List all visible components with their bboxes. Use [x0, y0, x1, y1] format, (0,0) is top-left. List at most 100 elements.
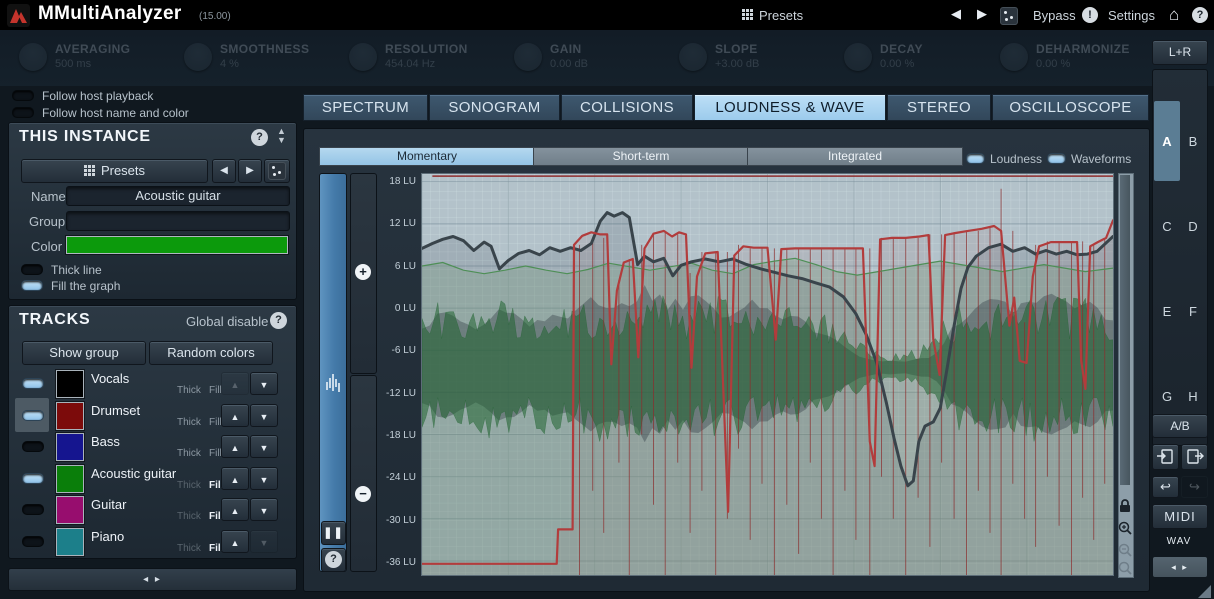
track-thick-toggle[interactable]: Thick	[177, 543, 201, 554]
track-move-up-button[interactable]: ▲	[221, 467, 249, 490]
tab-spectrum[interactable]: SPECTRUM	[303, 94, 428, 121]
zoom-in-icon[interactable]	[1116, 519, 1134, 537]
slot-a[interactable]: A	[1154, 134, 1180, 149]
track-thick-toggle[interactable]: Thick	[177, 511, 201, 522]
presets-button[interactable]: Presets	[742, 8, 803, 23]
tab-sonogram[interactable]: SONOGRAM	[429, 94, 560, 121]
help-icon[interactable]: ?	[1192, 7, 1208, 23]
zoom-track-upper[interactable]: +	[350, 173, 377, 374]
slot-h[interactable]: H	[1180, 389, 1206, 404]
global-disable-label[interactable]: Global disable	[186, 314, 268, 329]
instance-presets-button[interactable]: Presets	[21, 159, 208, 183]
follow-host-name-color-toggle[interactable]: Follow host name and color	[12, 104, 189, 122]
scrollbar-thumb[interactable]	[1120, 175, 1130, 485]
track-enable-toggle[interactable]	[22, 441, 44, 452]
resize-handle[interactable]: ◂ ▸	[1152, 556, 1208, 578]
waveforms-toggle[interactable]: Waveforms	[1047, 150, 1131, 168]
help-icon[interactable]: ?	[251, 129, 268, 146]
channel-mode-button[interactable]: L+R	[1152, 40, 1208, 65]
track-thick-toggle[interactable]: Thick	[177, 385, 201, 396]
track-move-down-button[interactable]: ▼	[250, 404, 278, 427]
window-resize-grip[interactable]	[1198, 585, 1211, 598]
tab-integrated[interactable]: Integrated	[747, 147, 963, 166]
follow-host-playback-toggle[interactable]: Follow host playback	[12, 87, 153, 105]
lock-icon[interactable]	[1116, 497, 1134, 515]
slot-g[interactable]: G	[1154, 389, 1180, 404]
group-field[interactable]	[66, 211, 290, 231]
collapse-icon[interactable]: ▲▼	[277, 127, 286, 145]
bypass-button[interactable]: Bypass	[1033, 8, 1076, 23]
redo-button[interactable]: ↪	[1181, 476, 1208, 498]
name-field[interactable]: Acoustic guitar	[66, 186, 290, 206]
track-enable-toggle[interactable]	[22, 410, 44, 421]
track-move-up-button[interactable]: ▲	[221, 435, 249, 458]
tab-short-term[interactable]: Short-term	[533, 147, 749, 166]
next-preset-button[interactable]: ▶	[238, 159, 262, 183]
track-move-up-button[interactable]: ▲	[221, 372, 249, 395]
track-thick-toggle[interactable]: Thick	[177, 448, 201, 459]
next-preset-button[interactable]: ▶	[977, 6, 987, 22]
track-thick-toggle[interactable]: Thick	[177, 417, 201, 428]
help-icon[interactable]: ?	[270, 312, 287, 329]
random-preset-button[interactable]	[264, 159, 290, 183]
tab-loudness-wave[interactable]: LOUDNESS & WAVE	[694, 94, 886, 121]
wav-button[interactable]: WAV	[1160, 536, 1198, 551]
undo-button[interactable]: ↩	[1152, 476, 1179, 498]
track-enable-toggle[interactable]	[22, 473, 44, 484]
track-move-up-button[interactable]: ▲	[221, 404, 249, 427]
track-move-down-button[interactable]: ▼	[250, 498, 278, 521]
tab-collisions[interactable]: COLLISIONS	[561, 94, 693, 121]
track-move-up-button[interactable]: ▲	[221, 498, 249, 521]
show-group-button[interactable]: Show group	[22, 341, 146, 365]
home-icon[interactable]: ⌂	[1169, 5, 1179, 25]
track-color-swatch[interactable]	[56, 528, 84, 556]
track-thick-toggle[interactable]: Thick	[177, 480, 201, 491]
random-preset-button[interactable]	[1000, 7, 1018, 25]
track-fill-toggle[interactable]: Fill	[209, 417, 222, 428]
track-move-up-button[interactable]: ▲	[221, 530, 249, 553]
tab-stereo[interactable]: STEREO	[887, 94, 991, 121]
previous-preset-button[interactable]: ◀	[212, 159, 236, 183]
slot-c[interactable]: C	[1154, 219, 1180, 234]
ab-compare-button[interactable]: A/B	[1152, 414, 1208, 438]
track-color-swatch[interactable]	[56, 370, 84, 398]
zoom-fit-icon[interactable]	[1116, 559, 1134, 577]
zoom-out-button[interactable]: −	[355, 486, 371, 502]
track-enable-toggle[interactable]	[22, 504, 44, 515]
track-color-swatch[interactable]	[56, 402, 84, 430]
track-move-down-button[interactable]: ▼	[250, 372, 278, 395]
resize-handle[interactable]: ◂ ▸	[8, 568, 297, 591]
level-meter[interactable]	[319, 173, 347, 572]
track-color-swatch[interactable]	[56, 465, 84, 493]
zoom-out-icon[interactable]	[1116, 541, 1134, 559]
track-move-down-button[interactable]: ▼	[250, 435, 278, 458]
alert-icon[interactable]: !	[1082, 7, 1098, 23]
slot-d[interactable]: D	[1180, 219, 1206, 234]
track-fill-toggle[interactable]: Fill	[209, 448, 222, 459]
tab-momentary[interactable]: Momentary	[319, 147, 535, 166]
track-move-down-button[interactable]: ▼	[250, 530, 278, 553]
chart-scrollbar[interactable]	[1118, 173, 1134, 578]
settings-button[interactable]: Settings	[1108, 8, 1155, 23]
tab-oscilloscope[interactable]: OSCILLOSCOPE	[992, 94, 1149, 121]
track-move-down-button[interactable]: ▼	[250, 467, 278, 490]
track-enable-toggle[interactable]	[22, 378, 44, 389]
copy-out-button[interactable]	[1181, 444, 1208, 470]
slot-e[interactable]: E	[1154, 304, 1180, 319]
color-field[interactable]	[66, 236, 288, 254]
loudness-toggle[interactable]: Loudness	[966, 150, 1042, 168]
midi-button[interactable]: MIDI	[1152, 504, 1208, 529]
pause-button[interactable]: ❚❚	[321, 521, 346, 545]
previous-preset-button[interactable]: ◀	[951, 6, 961, 22]
copy-in-button[interactable]	[1152, 444, 1179, 470]
track-color-swatch[interactable]	[56, 433, 84, 461]
help-button[interactable]: ?	[321, 548, 346, 572]
zoom-track-lower[interactable]: −	[350, 375, 377, 572]
random-colors-button[interactable]: Random colors	[149, 341, 273, 365]
fill-graph-toggle[interactable]: Fill the graph	[21, 277, 120, 295]
zoom-in-button[interactable]: +	[355, 264, 371, 280]
track-color-swatch[interactable]	[56, 496, 84, 524]
loudness-wave-chart[interactable]	[421, 173, 1114, 576]
track-fill-toggle[interactable]: Fill	[209, 385, 222, 396]
slot-b[interactable]: B	[1180, 134, 1206, 149]
